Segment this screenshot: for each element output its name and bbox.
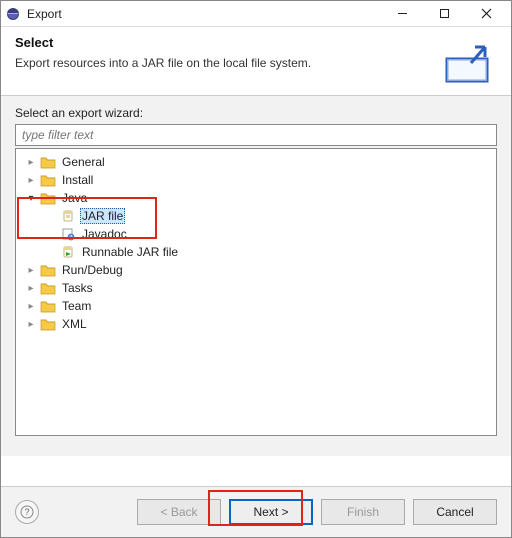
chevron-right-icon[interactable]: ▸ bbox=[24, 155, 38, 169]
titlebar: Export bbox=[1, 1, 511, 27]
next-button[interactable]: Next > bbox=[229, 499, 313, 525]
header-title: Select bbox=[15, 35, 437, 50]
chevron-down-icon[interactable]: ▾ bbox=[24, 191, 38, 205]
maximize-button[interactable] bbox=[423, 2, 465, 26]
jar-icon bbox=[60, 208, 76, 224]
folder-icon bbox=[40, 172, 56, 188]
tree-folder[interactable]: ▸ Team bbox=[18, 297, 494, 315]
close-button[interactable] bbox=[465, 2, 507, 26]
finish-button: Finish bbox=[321, 499, 405, 525]
chevron-right-icon[interactable]: ▸ bbox=[24, 317, 38, 331]
filter-input[interactable] bbox=[15, 124, 497, 146]
javadoc-icon: J bbox=[60, 226, 76, 242]
tree-item-label: Run/Debug bbox=[60, 263, 125, 277]
tree-folder[interactable]: ▸ Tasks bbox=[18, 279, 494, 297]
tree-item-label: Javadoc bbox=[80, 227, 129, 241]
folder-icon bbox=[40, 190, 56, 206]
header-description: Export resources into a JAR file on the … bbox=[15, 56, 437, 70]
dialog-footer: ? < Back Next > Finish Cancel bbox=[1, 487, 511, 537]
tree-item-label: General bbox=[60, 155, 107, 169]
tree-item-label: JAR file bbox=[80, 208, 125, 224]
folder-icon bbox=[40, 280, 56, 296]
chevron-right-icon[interactable]: ▸ bbox=[24, 299, 38, 313]
folder-icon bbox=[40, 298, 56, 314]
tree-item-label: Runnable JAR file bbox=[80, 245, 180, 259]
no-twisty bbox=[44, 245, 58, 259]
chevron-right-icon[interactable]: ▸ bbox=[24, 173, 38, 187]
dialog-body: Select an export wizard: ▸ General ▸ Instal… bbox=[1, 96, 511, 456]
tree-item-label: XML bbox=[60, 317, 89, 331]
export-icon bbox=[437, 35, 497, 85]
chevron-right-icon[interactable]: ▸ bbox=[24, 281, 38, 295]
cancel-button[interactable]: Cancel bbox=[413, 499, 497, 525]
tree-folder[interactable]: ▸ Run/Debug bbox=[18, 261, 494, 279]
tree-folder[interactable]: ▸ Install bbox=[18, 171, 494, 189]
eclipse-icon bbox=[5, 6, 21, 22]
window-title: Export bbox=[27, 7, 381, 21]
tree-item-label: Install bbox=[60, 173, 95, 187]
no-twisty bbox=[44, 227, 58, 241]
tree-item[interactable]: J Javadoc bbox=[18, 225, 494, 243]
svg-text:?: ? bbox=[24, 507, 29, 517]
no-twisty bbox=[44, 209, 58, 223]
tree-item[interactable]: Runnable JAR file bbox=[18, 243, 494, 261]
chevron-right-icon[interactable]: ▸ bbox=[24, 263, 38, 277]
tree-item-label: Team bbox=[60, 299, 93, 313]
folder-icon bbox=[40, 262, 56, 278]
tree-folder[interactable]: ▾ Java bbox=[18, 189, 494, 207]
window-controls bbox=[381, 2, 507, 26]
folder-icon bbox=[40, 154, 56, 170]
wizard-tree[interactable]: ▸ General ▸ Install ▾ Java JAR fileJ Javadoc Run… bbox=[15, 148, 497, 436]
minimize-button[interactable] bbox=[381, 2, 423, 26]
wizard-label: Select an export wizard: bbox=[15, 106, 497, 120]
tree-item[interactable]: JAR file bbox=[18, 207, 494, 225]
tree-item-label: Tasks bbox=[60, 281, 95, 295]
runjar-icon bbox=[60, 244, 76, 260]
help-button[interactable]: ? bbox=[15, 500, 39, 524]
tree-folder[interactable]: ▸ XML bbox=[18, 315, 494, 333]
dialog-header: Select Export resources into a JAR file … bbox=[1, 27, 511, 96]
back-button: < Back bbox=[137, 499, 221, 525]
tree-item-label: Java bbox=[60, 191, 89, 205]
folder-icon bbox=[40, 316, 56, 332]
tree-folder[interactable]: ▸ General bbox=[18, 153, 494, 171]
